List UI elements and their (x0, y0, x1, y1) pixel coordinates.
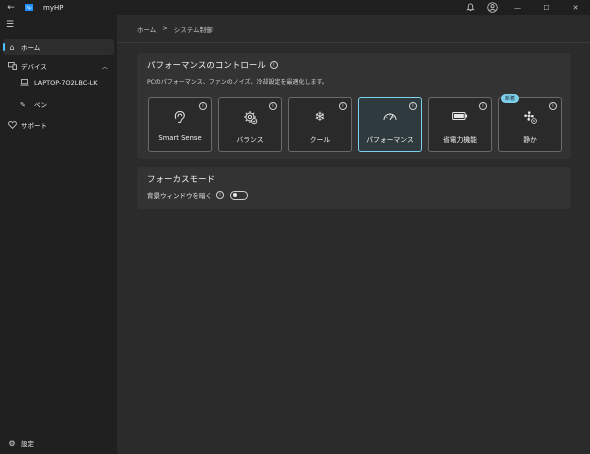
mode-performance[interactable]: i パフォーマンス (358, 97, 422, 152)
sidebar-item-settings[interactable]: ⚙ 設定 (3, 435, 114, 451)
balance-gear-icon (219, 110, 281, 129)
app-title: myHP (43, 3, 64, 12)
breadcrumb-separator: > (162, 24, 168, 32)
sidebar-item-label: サポート (21, 122, 47, 130)
header-divider (117, 42, 590, 43)
smart-sense-icon (149, 110, 211, 128)
gear-icon: ⚙ (8, 438, 16, 448)
performance-description: PCのパフォーマンス、ファンのノイズ、冷却設定を最適化します。 (147, 79, 328, 86)
title-bar-controls: — ☐ ✕ (459, 0, 590, 15)
new-badge: 新着 (501, 94, 520, 103)
hamburger-menu-icon[interactable]: ☰ (6, 20, 16, 30)
info-icon[interactable]: i (339, 102, 347, 110)
focus-option-label: 背景ウィンドウを暗く (147, 192, 212, 200)
mode-label: バランス (236, 136, 264, 144)
breadcrumb-home[interactable]: ホーム (137, 24, 156, 34)
sidebar: ☰ ⌂ ホーム デバイス ︿ LAPTOP-7O2LBC-LK ✎ ペン サポー… (0, 15, 117, 454)
info-icon[interactable]: i (409, 102, 417, 110)
sidebar-item-devices[interactable]: デバイス ︿ (3, 58, 114, 74)
pen-icon: ✎ (20, 101, 26, 109)
mode-selector: i Smart Sense i バランス i ❄ クール i パフォーマンス i… (148, 94, 562, 152)
performance-title-text: パフォーマンスのコントロール (147, 61, 266, 71)
sidebar-device-pen[interactable]: ✎ ペン (20, 101, 112, 110)
mode-cool[interactable]: i ❄ クール (288, 97, 352, 152)
close-button[interactable]: ✕ (561, 0, 590, 15)
mode-smart-sense[interactable]: i Smart Sense (148, 97, 212, 152)
mode-quiet[interactable]: 新着 i 静か (498, 94, 562, 152)
breadcrumb-current: システム制御 (173, 26, 213, 34)
speedometer-icon (359, 110, 421, 126)
info-icon[interactable]: i (269, 102, 277, 110)
snowflake-icon: ❄ (314, 110, 326, 125)
chevron-up-icon[interactable]: ︿ (102, 62, 108, 71)
sidebar-device-laptop[interactable]: LAPTOP-7O2LBC-LK (20, 79, 112, 88)
mode-label: クール (309, 136, 331, 144)
hp-logo: hp (25, 4, 33, 11)
breadcrumb: ホーム > システム制御 (137, 24, 213, 34)
sidebar-item-label: ホーム (21, 44, 41, 52)
maximize-button[interactable]: ☐ (532, 0, 561, 15)
mode-label: Smart Sense (158, 134, 202, 142)
mode-label: 静か (523, 136, 537, 144)
performance-title: パフォーマンスのコントロール i (147, 59, 278, 71)
device-name-label: ペン (34, 101, 47, 109)
info-icon[interactable]: i (199, 102, 207, 110)
hp-logo-text: hp (26, 5, 32, 10)
bell-icon[interactable] (459, 0, 481, 15)
sidebar-item-support[interactable]: サポート (3, 117, 114, 133)
home-icon: ⌂ (9, 42, 15, 52)
back-arrow-icon[interactable]: ← (0, 0, 22, 15)
info-icon[interactable]: i (269, 61, 278, 69)
quiet-fan-icon (499, 110, 561, 128)
mode-label: パフォーマンス (366, 136, 414, 144)
sidebar-item-label: デバイス (21, 63, 47, 71)
focus-mode-card: フォーカスモード 背景ウィンドウを暗く i (137, 167, 571, 209)
dim-background-toggle[interactable] (230, 190, 248, 200)
laptop-icon (20, 79, 34, 88)
support-icon (3, 121, 21, 129)
title-bar: ← hp myHP — ☐ ✕ (0, 0, 590, 15)
mode-balance[interactable]: i バランス (218, 97, 282, 152)
info-icon[interactable]: i (549, 102, 557, 110)
info-icon[interactable]: i (216, 191, 224, 199)
account-icon[interactable] (481, 0, 503, 15)
mode-power-saver[interactable]: i 省電力機能 (428, 97, 492, 152)
toggle-knob (233, 193, 237, 197)
mode-label: 省電力機能 (443, 136, 477, 144)
device-name-label: LAPTOP-7O2LBC-LK (34, 79, 98, 87)
main-content: ホーム > システム制御 パフォーマンスのコントロール i PCのパフォーマンス… (117, 15, 590, 454)
focus-option-row: 背景ウィンドウを暗く i (147, 190, 248, 200)
active-indicator (3, 43, 5, 51)
performance-control-card: パフォーマンスのコントロール i PCのパフォーマンス、ファンのノイズ、冷却設定… (137, 53, 571, 159)
info-icon[interactable]: i (479, 102, 487, 110)
devices-icon (3, 62, 21, 70)
sidebar-item-home[interactable]: ⌂ ホーム (3, 39, 114, 55)
minimize-button[interactable]: — (503, 0, 532, 15)
battery-icon (429, 110, 491, 125)
focus-title: フォーカスモード (147, 175, 216, 185)
sidebar-item-label: 設定 (21, 440, 34, 448)
